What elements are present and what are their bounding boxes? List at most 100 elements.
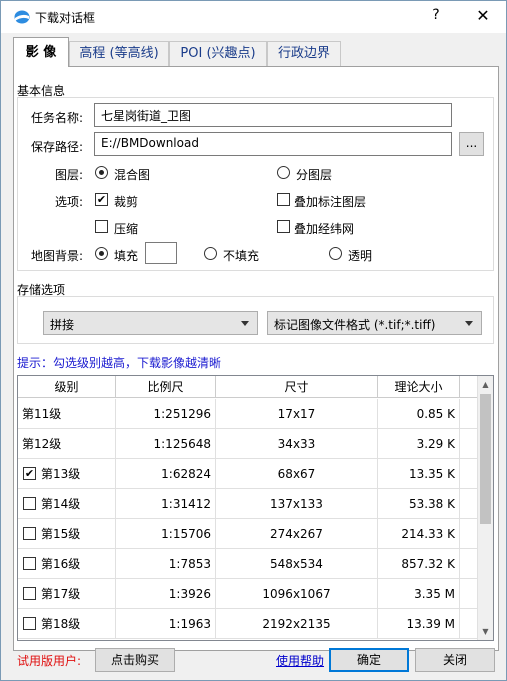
scale-cell: 1:15706	[116, 519, 216, 549]
theoretical-size-cell: 3.35 M	[378, 579, 460, 609]
trial-user-label: 试用版用户:	[17, 654, 82, 668]
window-title: 下载对话框	[35, 11, 96, 25]
level-checkbox[interactable]: ✔	[23, 467, 36, 480]
header-level[interactable]: 级别	[18, 376, 116, 398]
table-row[interactable]: 第17级 1:3926 1096x1067 3.35 M	[18, 579, 478, 609]
storage-mode-select[interactable]: 拼接	[43, 311, 258, 335]
table-row[interactable]: ✔ 第13级 1:62824 68x67 13.35 K	[18, 459, 478, 489]
scale-cell: 1:7853	[116, 549, 216, 579]
theoretical-size-cell: 3.29 K	[378, 429, 460, 459]
layer-mixed-radio[interactable]	[95, 166, 108, 179]
table-scrollbar[interactable]: ▲ ▼	[477, 376, 493, 640]
level-cell: ✔ 第13级	[18, 459, 116, 489]
size-cell: 68x67	[216, 459, 378, 489]
download-dialog: 下载对话框 ? ✕ 影 像 高程 (等高线) POI (兴趣点) 行政边界 基本…	[0, 0, 507, 681]
options-label: 选项:	[54, 195, 83, 209]
tab-boundary[interactable]: 行政边界	[267, 41, 341, 66]
layer-split-radio[interactable]	[277, 166, 290, 179]
table-row[interactable]: 第18级 1:1963 2192x2135 13.39 M	[18, 609, 478, 639]
theoretical-size-cell: 0.85 K	[378, 399, 460, 429]
close-window-button[interactable]: ✕	[471, 6, 495, 25]
overlay-graticule-label: 叠加经纬网	[294, 222, 355, 236]
scale-cell: 1:62824	[116, 459, 216, 489]
table-row[interactable]: 第15级 1:15706 274x267 214.33 K	[18, 519, 478, 549]
layer-split-label: 分图层	[296, 168, 333, 182]
level-label: 第11级	[22, 407, 62, 421]
theoretical-size-cell: 857.32 K	[378, 549, 460, 579]
title-bar: 下载对话框 ? ✕	[1, 1, 506, 33]
task-name-input[interactable]: 七星岗街道_卫图	[94, 103, 452, 127]
size-cell: 137x133	[216, 489, 378, 519]
level-table: 级别 比例尺 尺寸 理论大小 第11级 1:251296 17x17 0.85 K 第1…	[17, 375, 494, 641]
bg-transparent-label: 透明	[348, 249, 373, 263]
level-cell: 第11级	[18, 399, 116, 429]
overlay-graticule-checkbox[interactable]	[277, 220, 290, 233]
help-link[interactable]: 使用帮助	[276, 652, 324, 669]
scrollbar-thumb[interactable]	[480, 394, 491, 524]
bg-fill-radio[interactable]	[95, 247, 108, 260]
tab-elevation[interactable]: 高程 (等高线)	[69, 41, 169, 66]
level-label: 第14级	[41, 497, 81, 511]
level-label: 第15级	[41, 527, 81, 541]
layer-mixed-label: 混合图	[114, 168, 151, 182]
storage-mode-value: 拼接	[50, 318, 75, 332]
hint-text: 提示：勾选级别越高，下载影像越清晰	[17, 356, 222, 370]
header-theoretical-size[interactable]: 理论大小	[378, 376, 460, 398]
crop-checkbox[interactable]: ✔	[95, 193, 108, 206]
map-logo-icon	[14, 10, 30, 24]
scale-cell: 1:251296	[116, 399, 216, 429]
help-button[interactable]: ?	[426, 7, 446, 23]
level-checkbox[interactable]	[23, 557, 36, 570]
size-cell: 34x33	[216, 429, 378, 459]
size-cell: 274x267	[216, 519, 378, 549]
tab-imagery[interactable]: 影 像	[13, 37, 69, 67]
close-button[interactable]: 关闭	[415, 648, 495, 672]
level-cell: 第18级	[18, 609, 116, 639]
size-cell: 548x534	[216, 549, 378, 579]
bg-nofill-radio[interactable]	[204, 247, 217, 260]
size-cell: 2192x2135	[216, 609, 378, 639]
scale-cell: 1:125648	[116, 429, 216, 459]
header-size[interactable]: 尺寸	[216, 376, 378, 398]
size-cell: 17x17	[216, 399, 378, 429]
crop-label: 裁剪	[114, 195, 139, 209]
level-checkbox[interactable]	[23, 587, 36, 600]
fill-color-swatch[interactable]	[145, 242, 177, 264]
level-cell: 第17级	[18, 579, 116, 609]
ok-button[interactable]: 确定	[329, 648, 409, 672]
size-cell: 1096x1067	[216, 579, 378, 609]
table-row[interactable]: 第12级 1:125648 34x33 3.29 K	[18, 429, 478, 459]
level-checkbox[interactable]	[23, 497, 36, 510]
theoretical-size-cell: 53.38 K	[378, 489, 460, 519]
level-cell: 第14级	[18, 489, 116, 519]
buy-button[interactable]: 点击购买	[95, 648, 175, 672]
browse-button[interactable]: ...	[459, 132, 484, 156]
level-label: 第18级	[41, 617, 81, 631]
scale-cell: 1:3926	[116, 579, 216, 609]
level-label: 第17级	[41, 587, 81, 601]
theoretical-size-cell: 13.35 K	[378, 459, 460, 489]
save-path-input[interactable]: E://BMDownload	[94, 132, 452, 156]
header-scale[interactable]: 比例尺	[116, 376, 216, 398]
level-checkbox[interactable]	[23, 617, 36, 630]
bg-transparent-radio[interactable]	[329, 247, 342, 260]
chevron-down-icon[interactable]: ▼	[478, 623, 493, 640]
level-checkbox[interactable]	[23, 527, 36, 540]
chevron-down-icon	[465, 321, 473, 326]
table-row[interactable]: 第14级 1:31412 137x133 53.38 K	[18, 489, 478, 519]
bg-fill-label: 填充	[114, 249, 139, 263]
scale-cell: 1:1963	[116, 609, 216, 639]
table-row[interactable]: 第11级 1:251296 17x17 0.85 K	[18, 399, 478, 429]
compress-checkbox[interactable]	[95, 220, 108, 233]
table-row[interactable]: 第16级 1:7853 548x534 857.32 K	[18, 549, 478, 579]
compress-label: 压缩	[114, 222, 139, 236]
chevron-down-icon	[241, 321, 249, 326]
chevron-up-icon[interactable]: ▲	[478, 376, 493, 393]
level-label: 第13级	[41, 467, 81, 481]
tab-poi[interactable]: POI (兴趣点)	[169, 41, 267, 66]
table-header: 级别 比例尺 尺寸 理论大小	[18, 376, 478, 398]
level-label: 第12级	[22, 437, 62, 451]
overlay-labels-checkbox[interactable]	[277, 193, 290, 206]
scale-cell: 1:31412	[116, 489, 216, 519]
file-format-select[interactable]: 标记图像文件格式 (*.tif;*.tiff)	[267, 311, 482, 335]
